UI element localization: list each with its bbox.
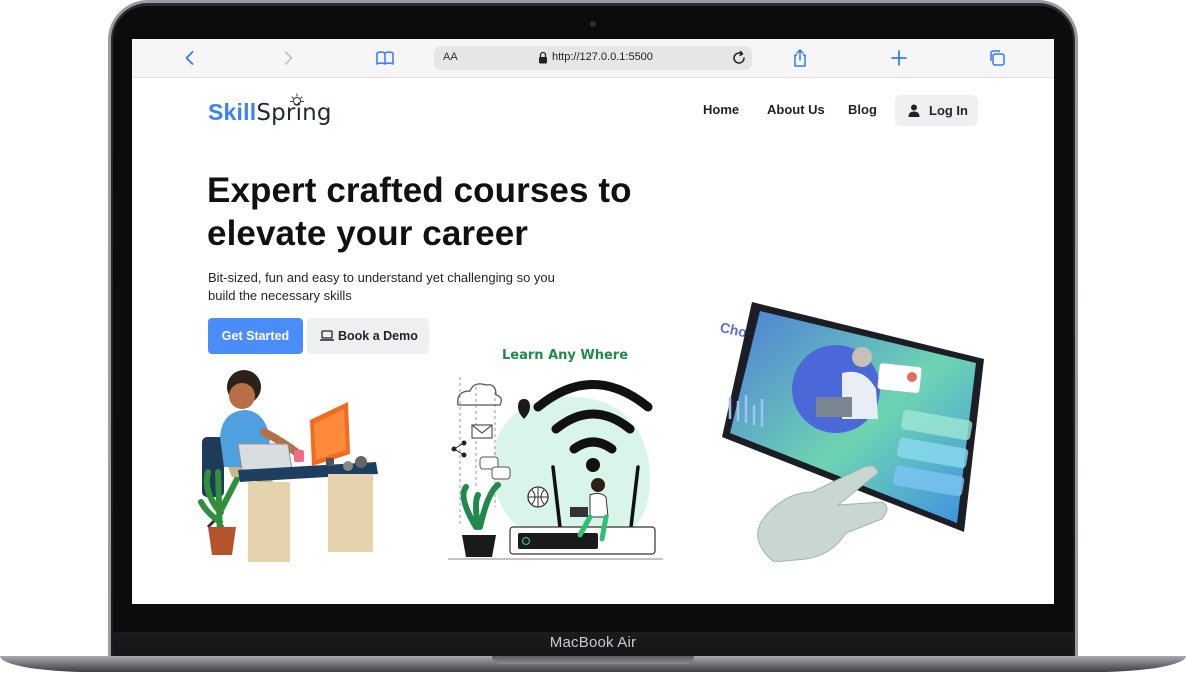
bookmarks-icon[interactable] — [375, 48, 395, 68]
brand-logo[interactable]: SkillSpring — [208, 99, 332, 126]
headline-line-2: elevate your career — [207, 214, 529, 253]
nav-home[interactable]: Home — [703, 102, 739, 117]
camera-icon — [590, 21, 596, 27]
get-started-button[interactable]: Get Started — [208, 318, 303, 354]
learn-anywhere-illustration — [448, 377, 663, 560]
nav-blog[interactable]: Blog — [848, 102, 877, 117]
hero-subtext: Bit-sized, fun and easy to understand ye… — [208, 269, 588, 305]
headline-line-1: Expert crafted courses to — [207, 171, 632, 210]
sunrise-icon — [290, 93, 304, 106]
lock-icon — [539, 51, 547, 64]
laptop-icon — [320, 330, 334, 341]
url-text: http://127.0.0.1:5500 — [552, 51, 653, 63]
browser-screen: AA http://127.0.0.1:5500 SkillSpring Hom… — [132, 39, 1054, 604]
address-bar[interactable]: AA http://127.0.0.1:5500 — [434, 46, 752, 70]
text-size-button[interactable]: AA — [443, 51, 458, 63]
learn-anywhere-title: Learn Any Where — [502, 348, 629, 363]
new-tab-icon[interactable] — [889, 48, 909, 68]
person-at-desk-illustration — [198, 370, 378, 562]
laptop-notch — [492, 656, 694, 664]
forward-icon[interactable] — [278, 48, 298, 68]
login-label: Log In — [929, 103, 968, 118]
hero-headline: Expert crafted courses to elevate your c… — [207, 169, 727, 255]
choose-course-tablet-illustration — [722, 302, 984, 562]
nav-about-us[interactable]: About Us — [767, 102, 825, 117]
book-demo-label: Book a Demo — [338, 329, 418, 343]
book-demo-button[interactable]: Book a Demo — [307, 318, 429, 354]
back-icon[interactable] — [180, 48, 200, 68]
reload-icon[interactable] — [730, 49, 748, 67]
device-label: MacBook Air — [549, 634, 637, 651]
browser-toolbar: AA http://127.0.0.1:5500 — [132, 39, 1054, 78]
subtext-line-2: build the necessary skills — [208, 288, 352, 303]
user-icon — [908, 104, 920, 117]
subtext-line-1: Bit-sized, fun and easy to understand ye… — [208, 270, 555, 285]
share-icon[interactable] — [790, 48, 810, 68]
login-button[interactable]: Log In — [895, 95, 978, 126]
tabs-overview-icon[interactable] — [987, 48, 1007, 68]
brand-part1: Skill — [208, 99, 257, 125]
